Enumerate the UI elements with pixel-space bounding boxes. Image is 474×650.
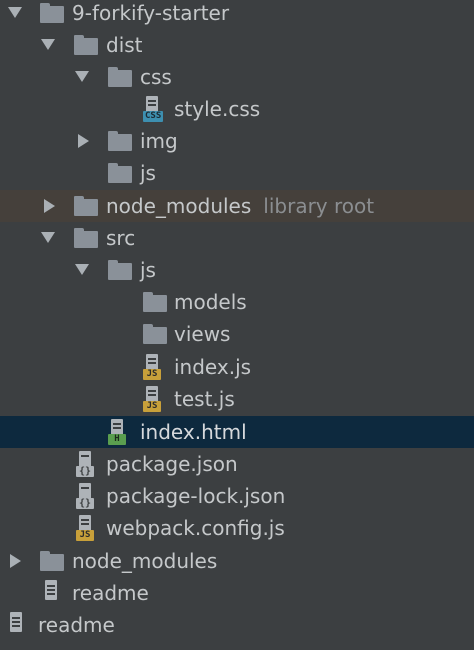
chevron-right-icon[interactable] xyxy=(78,134,89,148)
tree-row-label: webpack.config.js xyxy=(106,516,285,540)
tree-row-webpack-config[interactable]: JS webpack.config.js xyxy=(0,512,474,544)
chevron-down-icon[interactable] xyxy=(41,232,55,243)
folder-icon xyxy=(143,324,167,344)
chevron-down-icon[interactable] xyxy=(75,71,89,82)
tree-row-node-modules-library[interactable]: node_modules library root xyxy=(0,190,474,222)
tree-row-package-json[interactable]: {} package.json xyxy=(0,448,474,480)
tree-row-label: src xyxy=(106,226,136,250)
tree-row-src-js[interactable]: js xyxy=(0,254,474,286)
tree-row-label: readme xyxy=(38,613,115,637)
tree-row-index-js[interactable]: JS index.js xyxy=(0,351,474,383)
json-file-icon: {} xyxy=(76,483,98,509)
folder-icon xyxy=(40,551,64,571)
tree-row-css[interactable]: css xyxy=(0,61,474,93)
tree-row-label: package-lock.json xyxy=(106,484,286,508)
tree-row-label: style.css xyxy=(174,97,261,121)
tree-row-label: css xyxy=(140,65,172,89)
css-file-icon: CSS xyxy=(143,96,165,122)
tree-row-views[interactable]: views xyxy=(0,318,474,350)
chevron-right-icon[interactable] xyxy=(10,554,21,568)
html-file-icon: H xyxy=(108,419,130,445)
chevron-down-icon[interactable] xyxy=(75,264,89,275)
tree-row-img[interactable]: img xyxy=(0,125,474,157)
tree-row-test-js[interactable]: JS test.js xyxy=(0,383,474,415)
tree-row-models[interactable]: models xyxy=(0,286,474,318)
tree-row-label: test.js xyxy=(174,387,235,411)
folder-icon xyxy=(108,163,132,183)
chevron-down-icon[interactable] xyxy=(8,7,22,18)
folder-icon xyxy=(74,35,98,55)
tree-row-label: 9-forkify-starter xyxy=(72,1,230,25)
tree-row-src[interactable]: src xyxy=(0,222,474,254)
tree-row-label: js xyxy=(140,161,156,185)
project-tree: 9-forkify-starter dist css CSS style.css… xyxy=(0,0,474,650)
js-file-icon: JS xyxy=(143,354,165,380)
library-root-hint: library root xyxy=(263,194,375,218)
text-file-icon xyxy=(42,580,64,606)
tree-row-project-root[interactable]: 9-forkify-starter xyxy=(0,0,474,29)
tree-row-label: views xyxy=(174,322,231,346)
folder-icon xyxy=(108,131,132,151)
folder-icon xyxy=(40,3,64,23)
tree-row-label: readme xyxy=(72,581,149,605)
folder-icon xyxy=(108,260,132,280)
node-modules-label: node_modules xyxy=(106,194,252,218)
folder-icon xyxy=(108,67,132,87)
js-file-icon: JS xyxy=(76,515,98,541)
tree-row-label: dist xyxy=(106,33,143,57)
tree-row-dist[interactable]: dist xyxy=(0,29,474,61)
text-file-icon xyxy=(7,612,29,638)
tree-row-label: js xyxy=(140,258,156,282)
tree-row-label: index.html xyxy=(140,420,247,444)
tree-row-label: models xyxy=(174,290,247,314)
tree-row-label: package.json xyxy=(106,452,238,476)
tree-row-dist-js[interactable]: js xyxy=(0,157,474,189)
tree-row-readme[interactable]: readme xyxy=(0,577,474,609)
tree-row-label: index.js xyxy=(174,355,252,379)
tree-row-node-modules[interactable]: node_modules xyxy=(0,545,474,577)
tree-row-package-lock-json[interactable]: {} package-lock.json xyxy=(0,480,474,512)
tree-row-style-css[interactable]: CSS style.css xyxy=(0,93,474,125)
json-file-icon: {} xyxy=(76,451,98,477)
chevron-right-icon[interactable] xyxy=(44,199,55,213)
tree-row-index-html[interactable]: H index.html xyxy=(0,416,474,448)
js-file-icon: JS xyxy=(143,386,165,412)
folder-icon xyxy=(143,292,167,312)
tree-row-label: node_modules xyxy=(72,549,218,573)
tree-row-label: node_modules library root xyxy=(106,190,374,222)
tree-row-readme-root[interactable]: readme xyxy=(0,609,474,641)
folder-icon xyxy=(74,196,98,216)
chevron-down-icon[interactable] xyxy=(41,39,55,50)
folder-icon xyxy=(74,228,98,248)
tree-row-label: img xyxy=(140,129,178,153)
